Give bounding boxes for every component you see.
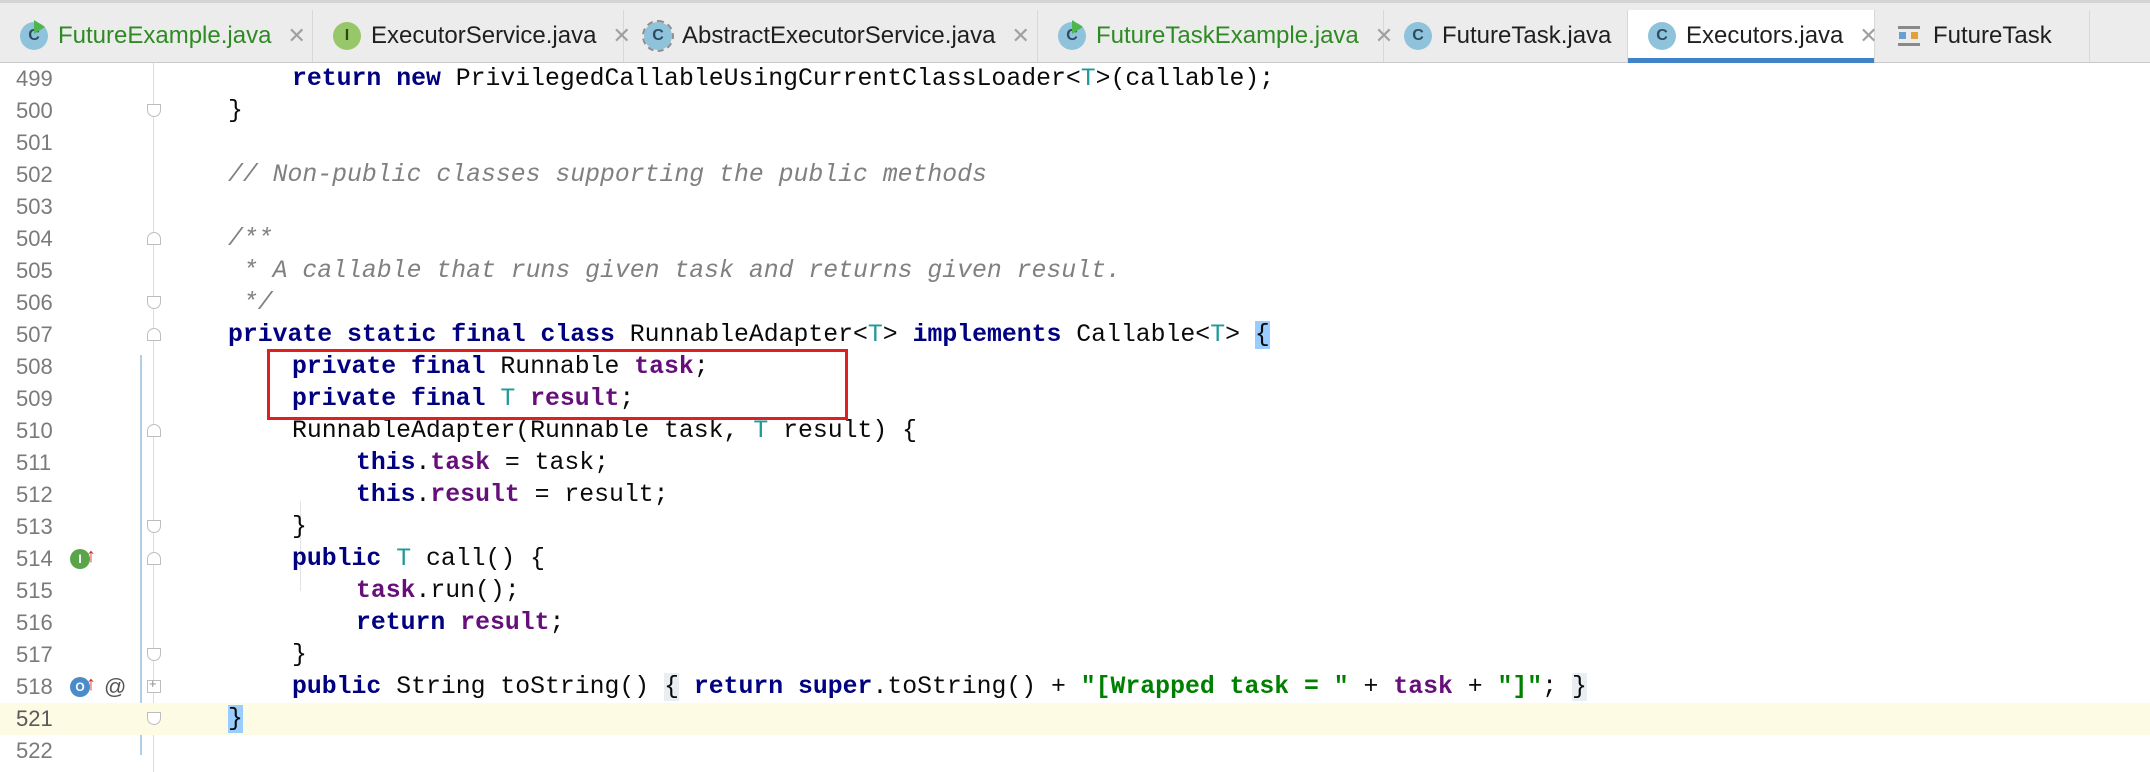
line-number: 521 [16,706,53,731]
line-number: 513 [16,514,53,539]
line-number: 522 [16,738,53,763]
interface-icon: I [333,22,361,50]
fold-marker[interactable] [147,712,161,725]
line-number: 517 [16,642,53,667]
line-number: 512 [16,482,53,507]
tab-future-task-structure[interactable]: FutureTask [1875,10,2090,62]
fold-marker[interactable] [147,296,161,309]
fold-marker[interactable] [147,520,161,533]
red-highlight-box [267,349,848,420]
code-line: 515 task.run(); [0,575,2150,607]
editor-tab-bar: C FutureExample.java ✕ I ExecutorService… [0,0,2150,63]
line-number: 516 [16,610,53,635]
line-number: 510 [16,418,53,443]
tab-label: FutureTaskExample.java [1096,22,1359,49]
fold-marker[interactable] [147,552,161,565]
tab-future-task-java[interactable]: C FutureTask.java ✕ [1384,10,1646,62]
fold-marker[interactable] [147,232,161,245]
code-text: return new PrivilegedCallableUsingCurren… [292,65,1275,93]
tab-label: FutureTask [1933,22,2052,49]
line-number: 499 [16,66,53,91]
fold-marker-collapsed[interactable] [147,676,161,693]
code-line: 514 I ↑ public T call() { [0,543,2150,575]
class-run-icon: C [1058,20,1086,50]
matched-brace: } [228,705,243,733]
line-number: 508 [16,354,53,379]
code-text: public T call() { [292,545,546,573]
code-comment: */ [228,289,273,317]
tab-executor-service[interactable]: I ExecutorService.java ✕ [313,10,631,62]
code-line: 518 O ↑ @ public String toString() { ret… [0,671,2150,703]
line-number: 500 [16,98,53,123]
line-number: 511 [16,450,52,475]
class-run-icon: C [20,20,48,50]
fold-marker[interactable] [147,328,161,341]
line-number: 502 [16,162,53,187]
code-line: 500 } [0,95,2150,127]
close-icon[interactable]: ✕ [287,23,305,49]
code-line: 499 return new PrivilegedCallableUsingCu… [0,63,2150,95]
tab-abstract-executor-service[interactable]: C AbstractExecutorService.java ✕ [624,10,1038,62]
class-icon: C [1404,22,1432,50]
fold-marker[interactable] [147,104,161,117]
matched-brace: { [1254,321,1270,349]
code-comment: // Non-public classes supporting the pub… [228,161,987,189]
abstract-class-icon: C [642,20,674,52]
line-number: 504 [16,226,53,251]
code-line: 512 this.result = result; [0,479,2150,511]
line-number: 514 [16,546,53,571]
code-line-current: 521 } [0,703,2150,735]
fold-marker[interactable] [147,424,161,437]
line-number: 506 [16,290,53,315]
code-line: 506 */ [0,287,2150,319]
code-text: this.task = task; [356,449,610,477]
code-comment: /** [228,225,273,253]
line-number: 518 [16,674,53,699]
line-number: 507 [16,322,53,347]
code-editor[interactable]: 499 return new PrivilegedCallableUsingCu… [0,63,2150,772]
tab-label: ExecutorService.java [371,22,597,49]
line-number: 505 [16,258,53,283]
code-line: 504 /** [0,223,2150,255]
code-line: 503 [0,191,2150,223]
tab-label: Executors.java [1686,22,1844,49]
up-arrow-icon[interactable]: ↑ [86,673,96,696]
line-number: 503 [16,194,53,219]
class-icon: C [1648,22,1676,50]
code-line: 513 } [0,511,2150,543]
tab-future-task-example[interactable]: C FutureTaskExample.java ✕ [1038,10,1393,62]
tab-label: AbstractExecutorService.java [682,22,996,49]
code-line: 522 [0,735,2150,767]
code-text: } [228,97,243,125]
code-line: 502 // Non-public classes supporting the… [0,159,2150,191]
code-text: private static final class RunnableAdapt… [228,321,1270,349]
code-line: 517 } [0,639,2150,671]
code-text: } [292,513,307,541]
code-text: this.result = result; [356,481,669,509]
code-text: } [228,703,243,735]
tab-bar-top-border [0,0,2150,3]
tab-future-example[interactable]: C FutureExample.java ✕ [0,10,313,62]
tab-executors-java[interactable]: C Executors.java ✕ [1628,10,1878,63]
code-line: 507 private static final class RunnableA… [0,319,2150,351]
code-text: task.run(); [356,577,520,605]
fold-marker[interactable] [147,648,161,661]
line-number: 501 [16,130,53,155]
code-line: 511 this.task = task; [0,447,2150,479]
tab-label: FutureTask.java [1442,22,1612,49]
code-line: 516 return result; [0,607,2150,639]
code-text: public String toString() { return super.… [292,673,1587,701]
close-icon[interactable]: ✕ [1011,23,1029,49]
code-line: 505 * A callable that runs given task an… [0,255,2150,287]
line-number: 515 [16,578,53,603]
tab-label: FutureExample.java [58,22,272,49]
code-line: 501 [0,127,2150,159]
code-text: return result; [356,609,565,637]
code-comment: * A callable that runs given task and re… [228,257,1121,285]
line-number: 509 [16,386,53,411]
code-text: } [292,641,307,669]
up-arrow-icon[interactable]: ↑ [86,545,96,568]
structure-icon [1895,22,1923,50]
annotation-icon[interactable]: @ [104,671,126,703]
